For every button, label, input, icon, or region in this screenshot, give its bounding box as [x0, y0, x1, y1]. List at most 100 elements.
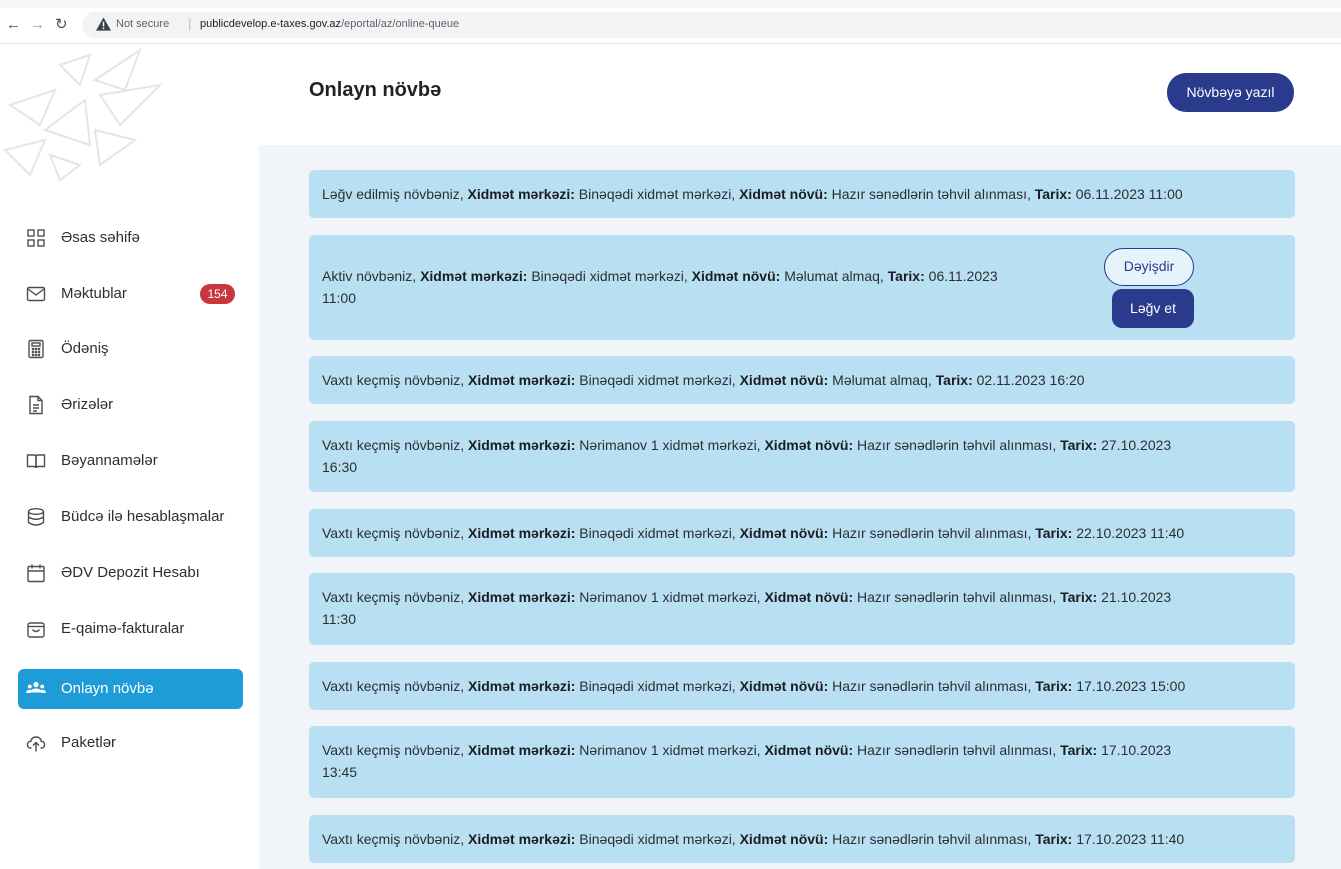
queue-center: Binəqədi xidmət mərkəzi, — [579, 831, 736, 847]
queue-status: Vaxtı keçmiş növbəniz, — [322, 525, 465, 541]
queue-item-text: Vaxtı keçmiş növbəniz, Xidmət mərkəzi: N… — [322, 434, 1171, 478]
center-label: Xidmət mərkəzi: — [468, 437, 576, 453]
queue-item: Ləğv edilmiş növbəniz, Xidmət mərkəzi: B… — [309, 170, 1295, 218]
sidebar-item-label: Ərizələr — [61, 396, 114, 413]
database-icon — [27, 508, 45, 526]
queue-center: Nərimanov 1 xidmət mərkəzi, — [579, 437, 761, 453]
queue-status: Vaxtı keçmiş növbəniz, — [322, 589, 465, 605]
service-label: Xidmət növü: — [739, 678, 829, 694]
queue-status: Vaxtı keçmiş növbəniz, — [322, 678, 465, 694]
reload-icon[interactable]: ↻ — [55, 17, 68, 33]
queue-center: Nərimanov 1 xidmət mərkəzi, — [579, 589, 761, 605]
enqueue-button[interactable]: Növbəyə yazıl — [1167, 73, 1294, 112]
cloud-upload-icon — [26, 736, 46, 752]
queue-status: Vaxtı keçmiş növbəniz, — [322, 742, 465, 758]
queue-status: Vaxtı keçmiş növbəniz, — [322, 831, 465, 847]
queue-item-text: Vaxtı keçmiş növbəniz, Xidmət mərkəzi: N… — [322, 739, 1171, 783]
sidebar-item-budget[interactable]: Büdcə ilə hesablaşmalar — [18, 497, 243, 537]
sidebar-item-packages[interactable]: Paketlər — [18, 723, 243, 763]
security-label: Not secure — [116, 18, 170, 30]
back-icon[interactable]: ← — [6, 17, 21, 33]
center-label: Xidmət mərkəzi: — [468, 831, 576, 847]
queue-status: Aktiv növbəniz, — [322, 268, 417, 284]
queue-item-active: Aktiv növbəniz, Xidmət mərkəzi: Binəqədi… — [309, 235, 1295, 340]
tab-strip — [0, 0, 1341, 8]
change-button[interactable]: Dəyişdir — [1104, 248, 1194, 286]
queue-service: Məlumat almaq, — [832, 372, 932, 388]
book-icon — [26, 454, 46, 469]
queue-center: Binəqədi xidmət mərkəzi, — [579, 372, 736, 388]
center-label: Xidmət mərkəzi: — [420, 268, 528, 284]
queue-service: Hazır sənədlərin təhvil alınması, — [832, 678, 1032, 694]
queue-item-text: Vaxtı keçmiş növbəniz, Xidmət mərkəzi: B… — [322, 522, 1184, 544]
sidebar-item-declarations[interactable]: Bəyannamələr — [18, 441, 243, 481]
date-label: Tarix: — [935, 372, 973, 388]
queue-service: Hazır sənədlərin təhvil alınması, — [857, 589, 1057, 605]
sidebar-item-e-invoices[interactable]: E-qaimə-fakturalar — [18, 609, 243, 649]
queue-center: Binəqədi xidmət mərkəzi, — [579, 525, 736, 541]
queue-center: Nərimanov 1 xidmət mərkəzi, — [579, 742, 761, 758]
url-path: /eportal/az/online-queue — [341, 18, 460, 30]
sidebar-item-online-queue[interactable]: Onlayn növbə — [18, 669, 243, 709]
date-label: Tarix: — [1035, 678, 1073, 694]
queue-date: 17.10.2023 11:40 — [1076, 831, 1185, 847]
queue-item: Vaxtı keçmiş növbəniz, Xidmət mərkəzi: B… — [309, 509, 1295, 557]
page-title: Onlayn növbə — [309, 79, 442, 101]
calculator-icon — [28, 339, 44, 359]
queue-item-text: Vaxtı keçmiş növbəniz, Xidmət mərkəzi: B… — [322, 369, 1085, 391]
page-header: Onlayn növbə Növbəyə yazıl — [259, 45, 1341, 145]
sidebar-item-label: Paketlər — [61, 734, 117, 751]
sidebar-item-home[interactable]: Əsas səhifə — [18, 218, 243, 258]
address-bar[interactable]: Not secure | publicdevelop.e-taxes.gov.a… — [82, 12, 1341, 38]
address-separator: | — [188, 16, 192, 31]
sidebar-item-vat-deposit[interactable]: ƏDV Depozit Hesabı — [18, 553, 243, 593]
users-icon — [26, 681, 46, 693]
sidebar-item-letters[interactable]: Məktublar 154 — [18, 274, 243, 314]
queue-time: 11:30 — [322, 611, 356, 627]
queue-date: 06.11.2023 11:00 — [1075, 186, 1183, 202]
queue-item: Vaxtı keçmiş növbəniz, Xidmət mərkəzi: N… — [309, 726, 1295, 798]
date-label: Tarix: — [1060, 589, 1098, 605]
queue-date: 21.10.2023 — [1101, 589, 1172, 605]
queue-center: Binəqədi xidmət mərkəzi, — [579, 678, 736, 694]
unread-count-badge: 154 — [200, 284, 235, 304]
cancel-button[interactable]: Ləğv et — [1112, 289, 1194, 328]
sidebar-item-payment[interactable]: Ödəniş — [18, 329, 243, 369]
queue-item-text: Ləğv edilmiş növbəniz, Xidmət mərkəzi: B… — [322, 183, 1183, 205]
sidebar-item-label: Məktublar — [61, 285, 127, 302]
browser-toolbar: ← → ↻ Not secure | publicdevelop.e-taxes… — [0, 0, 1341, 44]
date-label: Tarix: — [1060, 742, 1098, 758]
queue-service: Hazır sənədlərin təhvil alınması, — [832, 831, 1032, 847]
queue-date: 06.11.2023 — [928, 268, 998, 284]
forward-icon[interactable]: → — [30, 17, 45, 33]
queue-item-text: Aktiv növbəniz, Xidmət mərkəzi: Binəqədi… — [322, 265, 998, 309]
sidebar-item-label: Büdcə ilə hesablaşmalar — [61, 508, 225, 525]
queue-service: Hazır sənədlərin təhvil alınması, — [857, 742, 1057, 758]
queue-date: 17.10.2023 15:00 — [1076, 678, 1186, 694]
queue-item: Vaxtı keçmiş növbəniz, Xidmət mərkəzi: B… — [309, 356, 1295, 404]
queue-item-text: Vaxtı keçmiş növbəniz, Xidmət mərkəzi: B… — [322, 675, 1185, 697]
url-text: publicdevelop.e-taxes.gov.az/eportal/az/… — [200, 18, 459, 30]
queue-time: 16:30 — [322, 459, 358, 475]
service-label: Xidmət növü: — [764, 437, 854, 453]
sidebar-item-label: E-qaimə-fakturalar — [61, 620, 185, 637]
date-label: Tarix: — [1035, 831, 1073, 847]
date-label: Tarix: — [887, 268, 925, 284]
queue-service: Hazır sənədlərin təhvil alınması, — [831, 186, 1031, 202]
grid-icon — [27, 229, 45, 247]
center-label: Xidmət mərkəzi: — [467, 186, 575, 202]
service-label: Xidmət növü: — [691, 268, 781, 284]
queue-date: 17.10.2023 — [1101, 742, 1172, 758]
queue-center: Binəqədi xidmət mərkəzi, — [578, 186, 736, 202]
date-label: Tarix: — [1035, 525, 1073, 541]
sidebar-item-label: Ödəniş — [61, 340, 109, 357]
sidebar-item-applications[interactable]: Ərizələr — [18, 385, 243, 425]
queue-item-text: Vaxtı keçmiş növbəniz, Xidmət mərkəzi: N… — [322, 586, 1171, 630]
sidebar-item-label: Bəyannamələr — [61, 452, 158, 469]
queue-date: 27.10.2023 — [1101, 437, 1172, 453]
service-label: Xidmət növü: — [739, 831, 829, 847]
logo — [3, 47, 163, 182]
service-label: Xidmət növü: — [764, 742, 854, 758]
url-host: publicdevelop.e-taxes.gov.az — [200, 18, 342, 30]
queue-status: Ləğv edilmiş növbəniz, — [322, 186, 464, 202]
